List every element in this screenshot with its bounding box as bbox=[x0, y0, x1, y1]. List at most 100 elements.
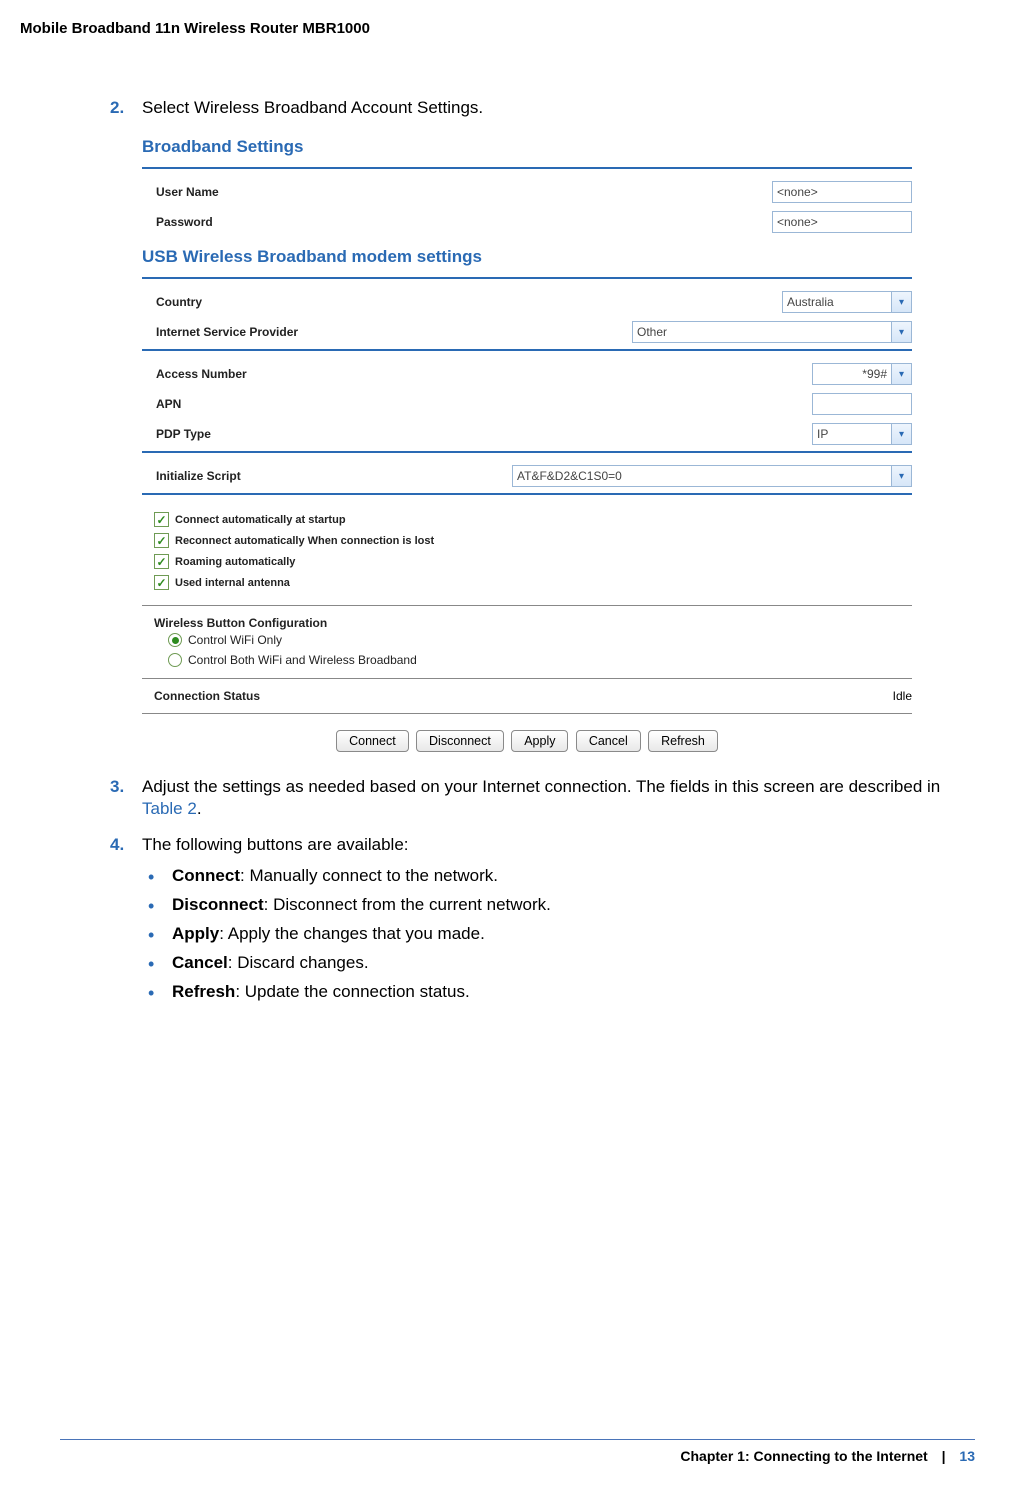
step-2: 2. Select Wireless Broadband Account Set… bbox=[110, 97, 975, 119]
disconnect-button[interactable]: Disconnect bbox=[416, 730, 504, 752]
radio-both[interactable]: Control Both WiFi and Wireless Broadband bbox=[154, 650, 912, 670]
password-input[interactable] bbox=[772, 211, 912, 233]
radio-icon bbox=[168, 653, 182, 667]
bullet-desc: : Discard changes. bbox=[228, 953, 369, 972]
radio-label: Control Both WiFi and Wireless Broadband bbox=[188, 653, 417, 667]
chevron-down-icon[interactable]: ▾ bbox=[892, 465, 912, 487]
check-icon: ✓ bbox=[154, 533, 169, 548]
document-header: Mobile Broadband 11n Wireless Router MBR… bbox=[20, 20, 975, 47]
access-number-select[interactable]: ▾ bbox=[812, 363, 912, 385]
table-2-link[interactable]: Table 2 bbox=[142, 799, 197, 818]
access-number-value[interactable] bbox=[812, 363, 892, 385]
country-label: Country bbox=[156, 295, 202, 309]
connection-status-row: Connection Status Idle bbox=[142, 685, 912, 707]
init-script-label: Initialize Script bbox=[156, 469, 241, 483]
step-text: The following buttons are available: bbox=[142, 835, 409, 854]
apn-label: APN bbox=[156, 397, 181, 411]
list-item: • Disconnect: Disconnect from the curren… bbox=[142, 891, 975, 920]
list-item: • Apply: Apply the changes that you made… bbox=[142, 920, 975, 949]
checkbox-reconnect[interactable]: ✓ Reconnect automatically When connectio… bbox=[142, 530, 912, 551]
init-script-row: Initialize Script ▾ bbox=[142, 461, 912, 491]
step-number: 2. bbox=[110, 97, 124, 119]
button-bar: Connect Disconnect Apply Cancel Refresh bbox=[142, 720, 912, 756]
bullet-term: Apply bbox=[172, 924, 219, 943]
init-script-value[interactable] bbox=[512, 465, 892, 487]
bullet-term: Refresh bbox=[172, 982, 235, 1001]
pdp-type-label: PDP Type bbox=[156, 427, 211, 441]
bullet-term: Cancel bbox=[172, 953, 228, 972]
radio-wifi-only[interactable]: Control WiFi Only bbox=[154, 630, 912, 650]
page-content: 2. Select Wireless Broadband Account Set… bbox=[20, 47, 975, 1007]
chevron-down-icon[interactable]: ▾ bbox=[892, 291, 912, 313]
broadband-settings-title: Broadband Settings bbox=[142, 133, 912, 165]
user-name-input[interactable] bbox=[772, 181, 912, 203]
connection-status-value: Idle bbox=[893, 689, 912, 703]
list-item: • Connect: Manually connect to the netwo… bbox=[142, 862, 975, 891]
isp-select[interactable]: ▾ bbox=[632, 321, 912, 343]
step-text-b: . bbox=[197, 799, 202, 818]
settings-screenshot: Broadband Settings User Name Password US… bbox=[142, 133, 912, 756]
check-icon: ✓ bbox=[154, 554, 169, 569]
bullet-desc: : Disconnect from the current network. bbox=[264, 895, 551, 914]
bullet-desc: : Apply the changes that you made. bbox=[219, 924, 485, 943]
pdp-type-select[interactable]: ▾ bbox=[812, 423, 912, 445]
password-row: Password bbox=[142, 207, 912, 237]
bullet-icon: • bbox=[148, 955, 154, 973]
bullet-term: Disconnect bbox=[172, 895, 264, 914]
country-value[interactable] bbox=[782, 291, 892, 313]
page-number: 13 bbox=[959, 1448, 975, 1464]
chevron-down-icon[interactable]: ▾ bbox=[892, 363, 912, 385]
step-number: 3. bbox=[110, 776, 124, 798]
footer-separator: | bbox=[932, 1448, 956, 1464]
checkbox-connect-startup[interactable]: ✓ Connect automatically at startup bbox=[142, 509, 912, 530]
cancel-button[interactable]: Cancel bbox=[576, 730, 641, 752]
button-descriptions-list: • Connect: Manually connect to the netwo… bbox=[142, 862, 975, 1007]
checkbox-label: Used internal antenna bbox=[175, 577, 290, 589]
check-icon: ✓ bbox=[154, 575, 169, 590]
isp-label: Internet Service Provider bbox=[156, 325, 298, 339]
user-name-label: User Name bbox=[156, 185, 219, 199]
bullet-term: Connect bbox=[172, 866, 240, 885]
step-4: 4. The following buttons are available: … bbox=[110, 834, 975, 1007]
refresh-button[interactable]: Refresh bbox=[648, 730, 718, 752]
list-item: • Refresh: Update the connection status. bbox=[142, 978, 975, 1007]
page-footer: Chapter 1: Connecting to the Internet | … bbox=[60, 1439, 975, 1464]
bullet-desc: : Manually connect to the network. bbox=[240, 866, 498, 885]
user-name-row: User Name bbox=[142, 177, 912, 207]
list-item: • Cancel: Discard changes. bbox=[142, 949, 975, 978]
bullet-desc: : Update the connection status. bbox=[235, 982, 469, 1001]
pdp-type-value[interactable] bbox=[812, 423, 892, 445]
radio-label: Control WiFi Only bbox=[188, 633, 282, 647]
connect-button[interactable]: Connect bbox=[336, 730, 409, 752]
step-number: 4. bbox=[110, 834, 124, 856]
country-select[interactable]: ▾ bbox=[782, 291, 912, 313]
bullet-icon: • bbox=[148, 868, 154, 886]
usb-modem-settings-title: USB Wireless Broadband modem settings bbox=[142, 237, 912, 275]
checkbox-label: Reconnect automatically When connection … bbox=[175, 535, 434, 547]
bullet-icon: • bbox=[148, 926, 154, 944]
bullet-icon: • bbox=[148, 897, 154, 915]
radio-icon bbox=[168, 633, 182, 647]
access-number-row: Access Number ▾ bbox=[142, 359, 912, 389]
chevron-down-icon[interactable]: ▾ bbox=[892, 423, 912, 445]
bullet-icon: • bbox=[148, 984, 154, 1002]
pdp-type-row: PDP Type ▾ bbox=[142, 419, 912, 449]
init-script-select[interactable]: ▾ bbox=[512, 465, 912, 487]
checkbox-label: Roaming automatically bbox=[175, 556, 295, 568]
step-text-a: Adjust the settings as needed based on y… bbox=[142, 777, 940, 796]
checkbox-internal-antenna[interactable]: ✓ Used internal antenna bbox=[142, 572, 912, 593]
check-icon: ✓ bbox=[154, 512, 169, 527]
step-text: Select Wireless Broadband Account Settin… bbox=[142, 98, 483, 117]
checkbox-label: Connect automatically at startup bbox=[175, 514, 346, 526]
checkbox-roaming[interactable]: ✓ Roaming automatically bbox=[142, 551, 912, 572]
country-row: Country ▾ bbox=[142, 287, 912, 317]
isp-value[interactable] bbox=[632, 321, 892, 343]
apply-button[interactable]: Apply bbox=[511, 730, 568, 752]
wireless-button-config-title: Wireless Button Configuration bbox=[154, 616, 912, 630]
step-3: 3. Adjust the settings as needed based o… bbox=[110, 776, 975, 820]
access-number-label: Access Number bbox=[156, 367, 247, 381]
chevron-down-icon[interactable]: ▾ bbox=[892, 321, 912, 343]
password-label: Password bbox=[156, 215, 213, 229]
apn-input[interactable] bbox=[812, 393, 912, 415]
isp-row: Internet Service Provider ▾ bbox=[142, 317, 912, 347]
